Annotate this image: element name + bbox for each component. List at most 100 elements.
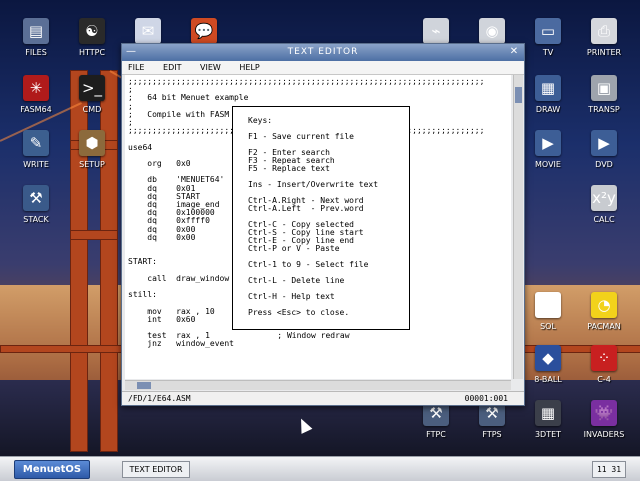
desktop-icon-8-ball[interactable]: ◆ 8-BALL xyxy=(520,345,576,384)
desktop-icon-cmd[interactable]: >_ CMD xyxy=(64,75,120,114)
mouse-cursor-icon xyxy=(295,416,313,434)
setup-icon: ⬢ xyxy=(79,130,105,156)
start-button[interactable]: MenuetOS xyxy=(14,460,90,479)
desktop-icon-pacman[interactable]: ◔ PACMAN xyxy=(576,292,632,331)
desktop-icon-label: PACMAN xyxy=(587,322,621,331)
code-line: jnz window_event xyxy=(128,339,234,349)
desktop-icon-sol[interactable]: 🂡 SOL xyxy=(520,292,576,331)
help-line: F1 - Save current file xyxy=(248,132,354,141)
desktop-icon-httpc[interactable]: ☯ HTTPC xyxy=(64,18,120,57)
window-title: TEXT EDITOR xyxy=(287,47,359,57)
help-line: Ctrl-L - Delete line xyxy=(248,276,345,285)
help-line: Press <Esc> to close. xyxy=(248,308,350,317)
desktop-icon-calc[interactable]: x²y CALC xyxy=(576,185,632,224)
menu-view[interactable]: VIEW xyxy=(200,63,221,72)
desktop-icon-label: INVADERS xyxy=(583,430,625,439)
desktop-icon-setup[interactable]: ⬢ SETUP xyxy=(64,130,120,169)
keys-help-popup[interactable]: Keys: F1 - Save current file F2 - Enter se… xyxy=(232,106,410,330)
desktop-icon-invaders[interactable]: 👾 INVADERS xyxy=(576,400,632,439)
file-path: /FD/1/E64.ASM xyxy=(128,394,191,403)
desktop-icon-dvd[interactable]: ▶ DVD xyxy=(576,130,632,169)
help-line: Ctrl-1 to 9 - Select file xyxy=(248,260,369,269)
help-line: Ctrl-H - Help text xyxy=(248,292,335,301)
printer-icon: ⎙ xyxy=(591,18,617,44)
8-ball-icon: ◆ xyxy=(535,345,561,371)
code-line: org 0x0 xyxy=(128,159,191,168)
horizontal-scrollbar[interactable] xyxy=(125,380,511,390)
menu-edit[interactable]: EDIT xyxy=(163,63,181,72)
desktop-icon-label: HTTPC xyxy=(78,48,106,57)
desktop-icon-label: FILES xyxy=(25,48,47,57)
code-line: ; 64 bit Menuet example xyxy=(128,93,249,103)
status-bar: /FD/1/E64.ASM 00001:001 xyxy=(122,391,524,405)
desktop-icon-label: DRAW xyxy=(535,105,561,114)
help-line: F5 - Replace text xyxy=(248,164,330,173)
draw-icon: ▦ xyxy=(535,75,561,101)
invaders-icon: 👾 xyxy=(591,400,617,426)
cmd-icon: >_ xyxy=(79,75,105,101)
code-line: still: xyxy=(128,290,157,300)
desktop-icon-label: TRANSP xyxy=(588,105,620,114)
code-line: START: xyxy=(128,257,157,267)
help-line: Ctrl-A.Left - Prev.word xyxy=(248,204,364,213)
help-line: Ctrl-P or V - Paste xyxy=(248,244,340,253)
fasm64-icon: ✳ xyxy=(23,75,49,101)
desktop-icon-label: FTPC xyxy=(426,430,446,439)
chat-icon: 💬 xyxy=(191,18,217,44)
desktop-icon-movie[interactable]: ▶ MOVIE xyxy=(520,130,576,169)
desktop-icon-tv[interactable]: ▭ TV xyxy=(520,18,576,57)
menu-help[interactable]: HELP xyxy=(239,63,259,72)
code-line: ; Compile with FASM xyxy=(128,109,230,119)
help-line: Keys: xyxy=(248,116,273,125)
stack-icon: ⚒ xyxy=(23,185,49,211)
code-line: int 0x60 xyxy=(128,314,196,324)
usb-icon: ⌁ xyxy=(423,18,449,44)
desktop-icon-label: 8-BALL xyxy=(534,375,562,384)
transp-icon: ▣ xyxy=(591,75,617,101)
sol-icon: 🂡 xyxy=(535,292,561,318)
desktop-icon-stack[interactable]: ⚒ STACK xyxy=(8,185,64,224)
files-icon: ▤ xyxy=(23,18,49,44)
window-titlebar[interactable]: — TEXT EDITOR ✕ xyxy=(122,44,524,61)
desktop-icon-label: 3DTET xyxy=(534,430,562,439)
desktop-icon-3dtet[interactable]: ▦ 3DTET xyxy=(520,400,576,439)
desktop-icon-label: WRITE xyxy=(23,160,49,169)
code-line: ;;;;;;;;;;;;;;;;;;;;;;;;;;;;;;;;;;;;;;;;… xyxy=(128,77,485,86)
help-line: Ins - Insert/Overwrite text xyxy=(248,180,379,189)
desktop-icon-label: FASM64 xyxy=(20,105,52,114)
window-menu-icon[interactable]: — xyxy=(126,46,137,57)
desktop-icon-label: SOL xyxy=(540,322,556,331)
desktop-icon-files[interactable]: ▤ FILES xyxy=(8,18,64,57)
desktop-icon-c-4[interactable]: ⁘ C-4 xyxy=(576,345,632,384)
desktop-icon-draw[interactable]: ▦ DRAW xyxy=(520,75,576,114)
desktop-icon-label: CMD xyxy=(82,105,102,114)
3dtet-icon: ▦ xyxy=(535,400,561,426)
desktop-icon-label: STACK xyxy=(23,215,49,224)
webcam-icon: ◉ xyxy=(479,18,505,44)
tv-icon: ▭ xyxy=(535,18,561,44)
vertical-scroll-thumb[interactable] xyxy=(515,87,522,103)
close-icon[interactable]: ✕ xyxy=(509,46,520,57)
code-line: use64 xyxy=(128,142,153,152)
movie-icon: ▶ xyxy=(535,130,561,156)
desktop-icon-printer[interactable]: ⎙ PRINTER xyxy=(576,18,632,57)
desktop-icon-label: C-4 xyxy=(597,375,611,384)
cursor-position: 00001:001 xyxy=(464,394,508,403)
write-icon: ✎ xyxy=(23,130,49,156)
desktop-icon-label: SETUP xyxy=(79,160,105,169)
desktop-icon-label: CALC xyxy=(593,215,615,224)
httpc-icon: ☯ xyxy=(79,18,105,44)
code-line: call draw_window xyxy=(128,273,230,283)
desktop-icon-write[interactable]: ✎ WRITE xyxy=(8,130,64,169)
horizontal-scroll-thumb[interactable] xyxy=(137,382,151,389)
desktop-icon-label: TV xyxy=(542,48,554,57)
c-4-icon: ⁘ xyxy=(591,345,617,371)
taskbar-item-text-editor[interactable]: TEXT EDITOR xyxy=(122,461,190,478)
menu-file[interactable]: FILE xyxy=(128,63,144,72)
calc-icon: x²y xyxy=(591,185,617,211)
vertical-scrollbar[interactable] xyxy=(513,75,523,379)
desktop-icon-label: DVD xyxy=(595,160,613,169)
desktop-icon-fasm64[interactable]: ✳ FASM64 xyxy=(8,75,64,114)
pacman-icon: ◔ xyxy=(591,292,617,318)
desktop-icon-transp[interactable]: ▣ TRANSP xyxy=(576,75,632,114)
